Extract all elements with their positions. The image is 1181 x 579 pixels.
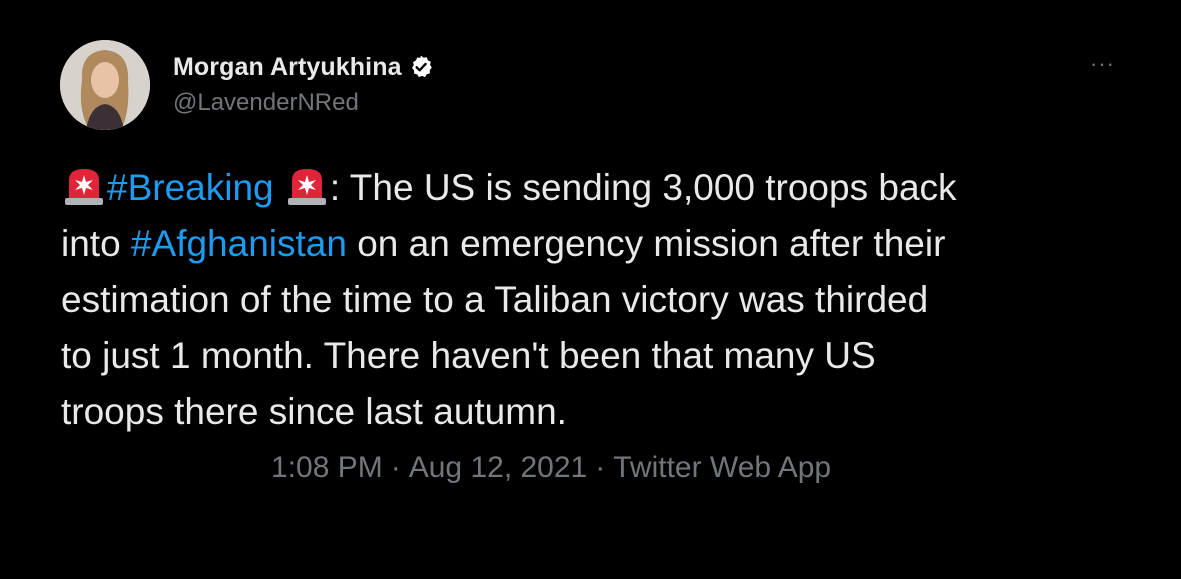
tweet-card: Morgan Artyukhina @LavenderNRed ··· #Bre… bbox=[0, 0, 1181, 579]
tweet-line-2-after: on an emergency mission after their bbox=[346, 223, 946, 264]
tweet-line-1: #Breaking : The US is sending 3,000 troo… bbox=[61, 160, 1141, 216]
verified-badge-icon bbox=[408, 54, 434, 80]
tweet-date[interactable]: Aug 12, 2021 bbox=[409, 451, 588, 484]
author-name-row[interactable]: Morgan Artyukhina bbox=[173, 50, 434, 84]
hashtag-breaking[interactable]: #Breaking bbox=[107, 167, 274, 208]
tweet-line-3: estimation of the time to a Taliban vict… bbox=[61, 279, 929, 320]
tweet-line-1-text: : The US is sending 3,000 troops back bbox=[329, 167, 957, 208]
separator: · bbox=[390, 451, 401, 484]
hashtag-afghanistan[interactable]: #Afghanistan bbox=[131, 223, 347, 264]
display-name[interactable]: Morgan Artyukhina bbox=[173, 53, 402, 82]
siren-icon bbox=[61, 166, 107, 206]
tweet-line-2-before: into bbox=[61, 223, 131, 264]
author-handle[interactable]: @LavenderNRed bbox=[173, 89, 359, 117]
more-horizontal-icon[interactable]: ··· bbox=[1090, 53, 1124, 75]
tweet-line-4: to just 1 month. There haven't been that… bbox=[61, 335, 876, 376]
tweet-time[interactable]: 1:08 PM bbox=[271, 451, 383, 484]
tweet-line-2: into #Afghanistan on an emergency missio… bbox=[61, 216, 1141, 272]
avatar[interactable] bbox=[60, 40, 150, 130]
tweet-text: #Breaking : The US is sending 3,000 troo… bbox=[61, 160, 1141, 440]
tweet-line-5: troops there since last autumn. bbox=[61, 391, 567, 432]
tweet-metadata: 1:08 PM · Aug 12, 2021 · Twitter Web App bbox=[271, 451, 831, 485]
separator: · bbox=[595, 451, 606, 484]
tweet-source[interactable]: Twitter Web App bbox=[613, 451, 831, 484]
siren-icon bbox=[284, 166, 330, 206]
